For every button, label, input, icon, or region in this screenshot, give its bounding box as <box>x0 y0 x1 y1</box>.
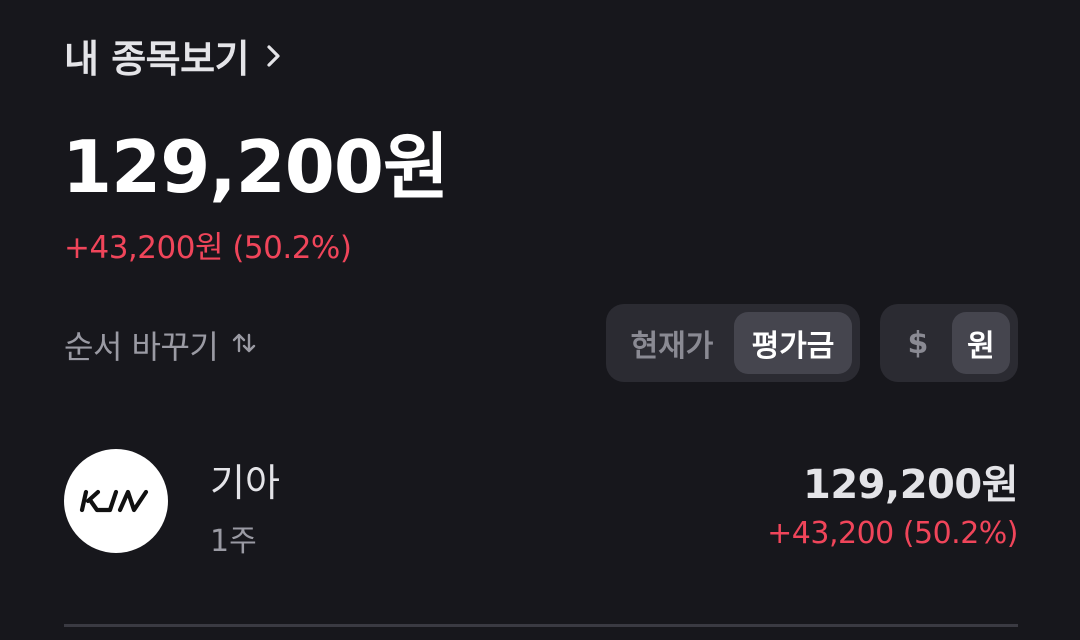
total-value: 129,200원 <box>62 125 449 209</box>
my-stocks-header-link[interactable]: 내 종목보기 <box>64 28 285 83</box>
holding-quantity: 1주 <box>210 524 257 559</box>
page-title: 내 종목보기 <box>64 37 250 81</box>
sort-arrows-icon <box>230 329 258 361</box>
holding-row[interactable]: 기아 1주 129,200원 +43,200 (50.2%) <box>64 446 1019 559</box>
holding-name: 기아 <box>210 461 280 505</box>
kia-logo-icon <box>64 449 168 553</box>
divider <box>64 624 1018 627</box>
krw-option[interactable]: 원 <box>951 312 1010 374</box>
currency-toggle: $ 원 <box>880 304 1018 382</box>
reorder-button[interactable]: 순서 바꾸기 <box>64 322 258 368</box>
reorder-label: 순서 바꾸기 <box>64 328 219 366</box>
price-view-toggle: 현재가 평가금 <box>606 304 860 382</box>
chevron-right-icon <box>263 44 285 67</box>
valuation-option[interactable]: 평가금 <box>734 312 852 374</box>
current-price-option[interactable]: 현재가 <box>614 312 730 374</box>
holding-value: 129,200원 <box>803 462 1019 508</box>
usd-option[interactable]: $ <box>888 312 948 374</box>
holding-change: +43,200 (50.2%) <box>767 516 1018 551</box>
total-change: +43,200원 (50.2%) <box>64 230 352 266</box>
my-stocks-screen: 내 종목보기 129,200원 +43,200원 (50.2%) 순서 바꾸기 … <box>0 0 1080 640</box>
